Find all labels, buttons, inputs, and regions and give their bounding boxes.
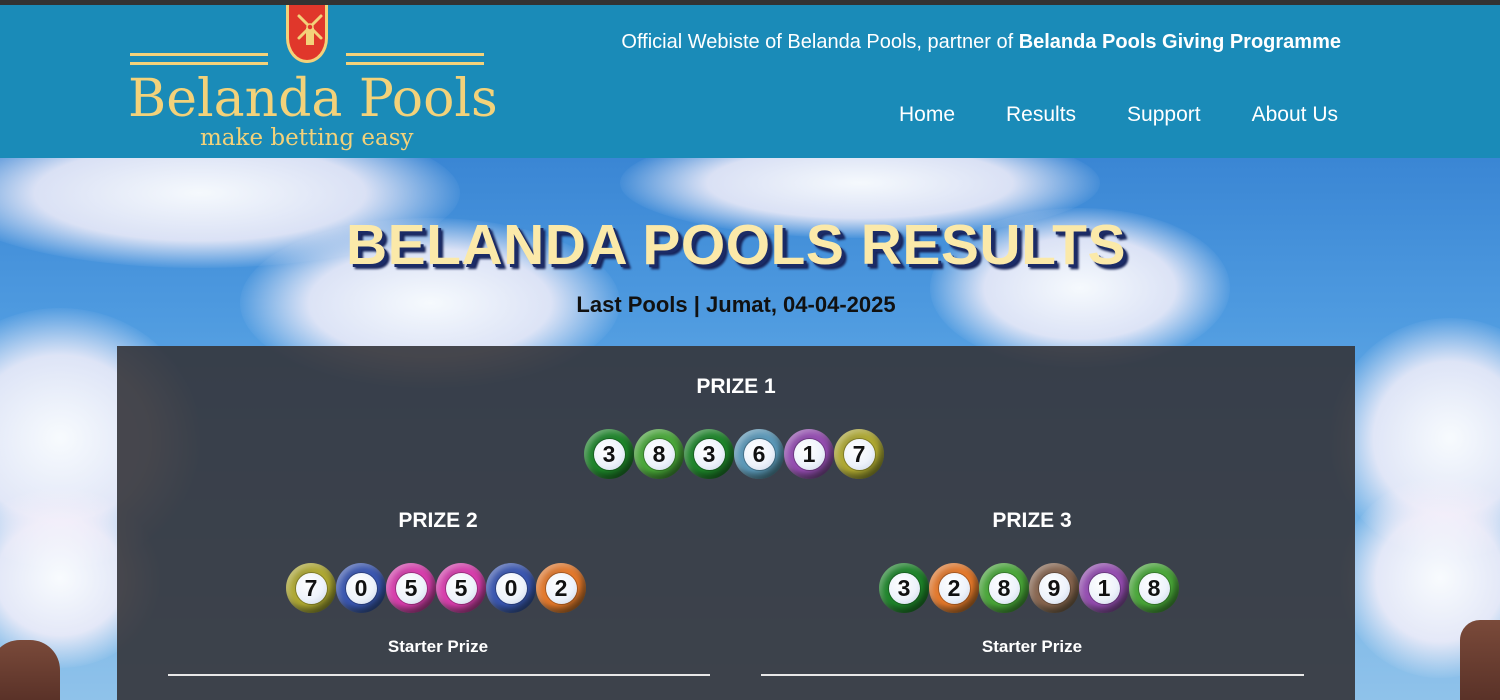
number-ball: 1 [784,429,834,479]
ball-digit: 9 [1038,572,1070,604]
nav-home[interactable]: Home [899,103,955,127]
ball-digit: 1 [1088,572,1120,604]
ball-digit: 7 [295,572,327,604]
number-ball: 2 [929,563,979,613]
ball-digit: 8 [1138,572,1170,604]
ball-digit: 0 [495,572,527,604]
prize-3-divider [761,674,1304,676]
ball-digit: 2 [938,572,970,604]
ball-digit: 5 [445,572,477,604]
site-header: Belanda Pools make betting easy Official… [0,5,1500,158]
giving-programme-link: Belanda Pools Giving Programme [1018,31,1341,53]
ball-digit: 8 [988,572,1020,604]
number-ball: 3 [879,563,929,613]
number-ball: 7 [286,563,336,613]
number-ball: 3 [584,429,634,479]
ball-digit: 0 [345,572,377,604]
prize-3-starter-label: Starter Prize [981,637,1083,656]
ball-digit: 8 [643,438,675,470]
number-ball: 8 [979,563,1029,613]
prize-1-balls: 383617 [584,429,884,479]
prize-2-title: PRIZE 2 [398,509,478,532]
nav-results[interactable]: Results [1006,103,1076,127]
page-title: BELANDA POOLS RESULTS [345,213,1127,277]
ball-digit: 3 [593,438,625,470]
ball-digit: 1 [793,438,825,470]
ball-digit: 7 [843,438,875,470]
ball-digit: 3 [693,438,725,470]
ball-digit: 5 [395,572,427,604]
logo-bars-left [130,53,268,66]
brand-name: Belanda Pools [128,69,498,129]
ball-digit: 2 [545,572,577,604]
number-ball: 5 [386,563,436,613]
prize-2-starter-label: Starter Prize [387,637,489,656]
number-ball: 7 [834,429,884,479]
prize-2-balls: 705502 [286,563,586,613]
number-ball: 3 [684,429,734,479]
main-nav: Home Results Support About Us [848,103,1338,127]
number-ball: 6 [734,429,784,479]
nav-about-us[interactable]: About Us [1252,103,1338,127]
nav-support[interactable]: Support [1127,103,1201,127]
official-site-notice: Official Webiste of Belanda Pools, partn… [621,31,1341,54]
number-ball: 8 [634,429,684,479]
results-panel: PRIZE 1 383617 PRIZE 2 705502 Starter Pr… [117,346,1355,700]
number-ball: 2 [536,563,586,613]
ball-digit: 3 [888,572,920,604]
brand-tagline: make betting easy [200,125,414,151]
prize-2-divider [168,674,710,676]
number-ball: 1 [1079,563,1129,613]
prize-3-title: PRIZE 3 [992,509,1072,532]
official-notice-text: Official Webiste of Belanda Pools, partn… [621,31,1019,53]
prize-3-balls: 328918 [879,563,1179,613]
windmill-icon [286,5,328,63]
number-ball: 5 [436,563,486,613]
number-ball: 8 [1129,563,1179,613]
number-ball: 0 [336,563,386,613]
number-ball: 0 [486,563,536,613]
site-logo[interactable]: Belanda Pools make betting easy [128,5,498,158]
prize-1-title: PRIZE 1 [696,375,776,398]
last-pools-date: Last Pools | Jumat, 04-04-2025 [576,292,896,317]
logo-bars-right [346,53,484,66]
ball-digit: 6 [743,438,775,470]
number-ball: 9 [1029,563,1079,613]
